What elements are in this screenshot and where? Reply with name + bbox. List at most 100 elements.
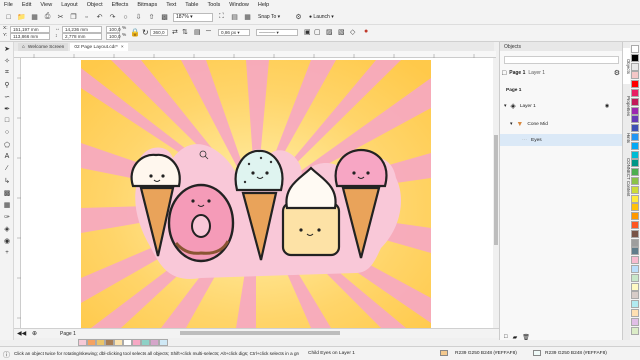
palette-swatch[interactable] xyxy=(631,141,639,150)
page-row[interactable]: Page 1 xyxy=(500,84,623,96)
document-palette-swatch[interactable] xyxy=(114,339,123,346)
document-palette-swatch[interactable] xyxy=(96,339,105,346)
palette-swatch[interactable] xyxy=(631,159,639,168)
palette-swatch[interactable] xyxy=(631,45,639,53)
palette-swatch[interactable] xyxy=(631,291,639,300)
palette-swatch[interactable] xyxy=(631,133,639,141)
menu-item-file[interactable]: File xyxy=(4,2,13,8)
document-palette-swatch[interactable] xyxy=(150,339,159,346)
palette-swatch[interactable] xyxy=(631,282,639,291)
palette-swatch[interactable] xyxy=(631,326,639,335)
scale-y-field[interactable]: 100,0 xyxy=(106,33,121,40)
palette-swatch[interactable] xyxy=(631,177,639,185)
visibility-icon[interactable]: ◉ xyxy=(605,104,609,109)
height-field[interactable]: 2,778 mm xyxy=(62,33,102,40)
document-palette-swatch[interactable] xyxy=(132,339,141,346)
document-palette-swatch[interactable] xyxy=(78,339,87,346)
import-icon[interactable]: ⇩ xyxy=(134,13,143,22)
menu-item-table[interactable]: Table xyxy=(185,2,198,8)
palette-swatch[interactable] xyxy=(631,203,639,212)
ungroup-icon[interactable]: ▢ xyxy=(314,28,321,36)
drop-shadow-icon[interactable]: ▩ xyxy=(2,188,12,197)
tab-welcome-screen[interactable]: ⌂ Welcome Screen xyxy=(18,43,69,51)
zoom-level-field[interactable]: 187% ▾ xyxy=(173,12,213,22)
full-screen-icon[interactable]: ⛶ xyxy=(217,13,226,22)
palette-swatch[interactable] xyxy=(631,53,639,62)
menu-item-edit[interactable]: Edit xyxy=(22,2,31,8)
polygon-tool-icon[interactable]: ⬠ xyxy=(2,140,12,149)
palette-swatch[interactable] xyxy=(631,168,639,177)
rectangle-tool-icon[interactable]: □ xyxy=(2,116,12,125)
document-palette-swatch[interactable] xyxy=(105,339,114,346)
palette-swatch[interactable] xyxy=(631,238,639,247)
tab-page-layout[interactable]: 02 Page Layout.cdr* × xyxy=(70,43,128,51)
object-search-input[interactable] xyxy=(504,56,619,64)
palette-swatch[interactable] xyxy=(631,229,639,238)
group-icon[interactable]: ▣ xyxy=(304,28,311,36)
palette-swatch[interactable] xyxy=(631,265,639,273)
cut-icon[interactable]: ✂ xyxy=(56,13,65,22)
menu-item-help[interactable]: Help xyxy=(258,2,269,8)
expand-icon[interactable]: ▾ xyxy=(510,122,512,127)
drawing-canvas[interactable] xyxy=(21,58,493,328)
palette-swatch[interactable] xyxy=(631,185,639,194)
document-palette-swatch[interactable] xyxy=(141,339,150,346)
object-row-eyes[interactable]: ⋯ Eyes xyxy=(500,134,623,146)
horizontal-scroll-thumb[interactable] xyxy=(180,331,340,335)
ellipse-tool-icon[interactable]: ○ xyxy=(2,128,12,137)
document-palette-swatch[interactable] xyxy=(87,339,96,346)
x-position-field[interactable]: 151,197 mm xyxy=(10,26,50,33)
fill-color-swatch[interactable] xyxy=(440,350,448,356)
search-content-icon[interactable]: ○ xyxy=(121,13,130,22)
palette-swatch[interactable] xyxy=(631,115,639,124)
palette-swatch[interactable] xyxy=(631,80,639,89)
new-document-icon[interactable]: □ xyxy=(4,13,13,22)
export-icon[interactable]: ⇧ xyxy=(147,13,156,22)
connector-tool-icon[interactable]: ↳ xyxy=(2,176,12,185)
palette-swatch[interactable] xyxy=(631,273,639,282)
shape-tool-icon[interactable]: ✧ xyxy=(2,56,12,65)
palette-swatch[interactable] xyxy=(631,62,639,71)
document-palette-swatch[interactable] xyxy=(159,339,168,346)
zoom-tool-icon[interactable]: ⚲ xyxy=(2,80,12,89)
page-1-tab[interactable]: Page 1 xyxy=(60,331,76,337)
smart-fill-icon[interactable]: ◉ xyxy=(2,236,12,245)
menu-item-view[interactable]: View xyxy=(40,2,52,8)
menu-item-effects[interactable]: Effects xyxy=(112,2,129,8)
move-layer-icon[interactable]: ▰ xyxy=(513,334,518,341)
open-folder-icon[interactable]: 📁 xyxy=(17,13,26,22)
new-layer-icon[interactable]: □ xyxy=(504,334,508,341)
menu-item-bitmaps[interactable]: Bitmaps xyxy=(137,2,157,8)
launch-dropdown[interactable]: ● Launch ▾ xyxy=(307,13,345,22)
palette-swatch[interactable] xyxy=(631,97,639,106)
redo-icon[interactable]: ↷ xyxy=(108,13,117,22)
mirror-horizontal-icon[interactable]: ⇄ xyxy=(172,28,178,36)
menu-item-layout[interactable]: Layout xyxy=(61,2,78,8)
palette-swatch[interactable] xyxy=(631,194,639,203)
to-front-icon[interactable]: ▨ xyxy=(326,28,333,36)
freehand-tool-icon[interactable]: ∽ xyxy=(2,92,12,101)
print-icon[interactable]: ⎙ xyxy=(43,13,52,22)
vertical-scroll-thumb[interactable] xyxy=(494,135,498,245)
parallel-dimension-icon[interactable]: ∕ xyxy=(2,164,12,173)
wrap-text-icon[interactable]: ▤ xyxy=(194,28,201,36)
delete-icon[interactable]: 🗑 xyxy=(522,334,530,341)
eyedropper-icon[interactable]: ✑ xyxy=(2,212,12,221)
palette-swatch[interactable] xyxy=(631,71,639,80)
text-tool-icon[interactable]: A xyxy=(2,152,12,161)
palette-swatch[interactable] xyxy=(631,221,639,229)
artwork-page[interactable] xyxy=(21,58,493,328)
palette-swatch[interactable] xyxy=(631,212,639,221)
lock-ratio-icon[interactable]: 🔒 xyxy=(130,28,140,37)
paste-icon[interactable]: ▫ xyxy=(82,13,91,22)
options-gear-icon[interactable]: ⚙ xyxy=(294,13,303,22)
layer-row[interactable]: ▾ ◈ Layer 1 ◉ xyxy=(500,100,623,112)
menu-item-window[interactable]: Window xyxy=(229,2,249,8)
outline-color-swatch[interactable] xyxy=(533,350,541,356)
crop-tool-icon[interactable]: ⌗ xyxy=(2,68,12,77)
docker-page-filter[interactable]: □ Page 1 Layer 1 ⚙ xyxy=(502,68,620,78)
menu-item-object[interactable]: Object xyxy=(87,2,103,8)
vertical-ruler[interactable] xyxy=(14,58,21,328)
horizontal-ruler[interactable] xyxy=(14,51,496,58)
copy-icon[interactable]: ❐ xyxy=(69,13,78,22)
